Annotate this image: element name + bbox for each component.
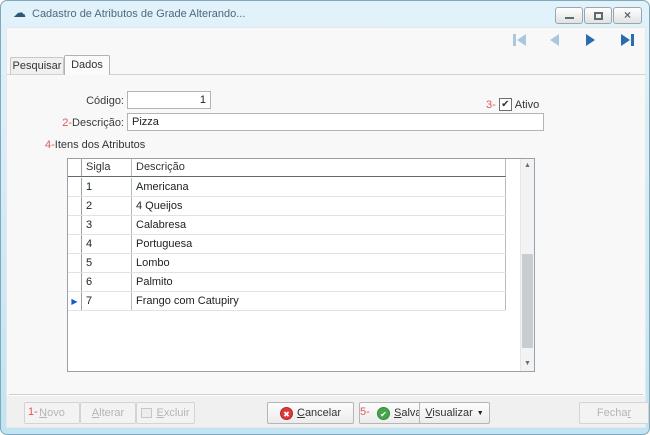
cell-descricao[interactable]: Americana [132, 178, 506, 196]
cell-descricao[interactable]: 4 Queijos [132, 197, 506, 215]
cell-sigla[interactable]: 3 [82, 216, 132, 234]
last-record-icon-bar [631, 34, 634, 46]
minimize-icon [565, 17, 574, 19]
items-caption-text: Itens dos Atributos [55, 139, 146, 151]
row-indicator-cell [68, 235, 82, 253]
table-row[interactable]: 2 4 Queijos [68, 197, 506, 216]
cell-descricao[interactable]: Calabresa [132, 216, 506, 234]
cell-sigla[interactable]: 7 [82, 292, 132, 310]
table-row[interactable]: 5 Lombo [68, 254, 506, 273]
ativo-label: Ativo [515, 99, 539, 111]
selected-row-pointer-icon: ▶ [71, 297, 77, 306]
previous-record-button[interactable] [550, 34, 559, 46]
excluir-button[interactable]: Excluir [136, 402, 195, 424]
cell-sigla[interactable]: 5 [82, 254, 132, 272]
cell-descricao[interactable]: Frango com Catupiry [132, 292, 506, 310]
row-indicator-cell [68, 197, 82, 215]
grid-indicator-column-header [68, 159, 82, 176]
ativo-field: 3- ✔ Ativo [486, 98, 539, 111]
novo-number: 1- [28, 406, 38, 418]
last-record-icon [621, 34, 630, 46]
items-number: 4- [45, 139, 55, 151]
maximize-button[interactable] [584, 7, 612, 24]
table-row[interactable]: 3 Calabresa [68, 216, 506, 235]
cancelar-button[interactable]: ✖Cancelar [267, 402, 354, 424]
scroll-up-icon[interactable]: ▲ [521, 159, 534, 173]
cell-sigla[interactable]: 1 [82, 178, 132, 196]
first-record-icon-arrow [517, 34, 526, 46]
cancel-icon: ✖ [280, 407, 293, 420]
descricao-input[interactable] [127, 113, 544, 131]
scrollbar-thumb[interactable] [522, 254, 533, 348]
tab-dados[interactable]: Dados [64, 55, 110, 75]
save-icon: ✔ [377, 407, 390, 420]
descricao-label: 2-Descrição: [21, 117, 124, 129]
descricao-number: 2- [62, 117, 72, 129]
close-button[interactable]: × [613, 7, 642, 24]
check-icon: ✔ [501, 99, 509, 110]
attributes-grid: Sigla Descrição 1 Americana 2 4 Queijos … [67, 158, 535, 372]
minimize-button[interactable] [555, 7, 583, 24]
client-area: Pesquisar Dados Código: 2-Descrição: 3- … [6, 27, 646, 428]
chevron-down-icon: ▼ [477, 410, 484, 417]
grid-column-sigla[interactable]: Sigla [82, 159, 132, 176]
row-indicator-cell: ▶ [68, 292, 82, 310]
first-record-icon [513, 34, 516, 46]
ativo-number: 3- [486, 99, 496, 111]
table-row[interactable]: 6 Palmito [68, 273, 506, 292]
descricao-label-text: Descrição: [72, 117, 124, 129]
scroll-down-icon[interactable]: ▼ [521, 357, 534, 371]
cell-sigla[interactable]: 4 [82, 235, 132, 253]
salvar-number: 5- [360, 406, 370, 418]
button-panel: 1- Novo Alterar Excluir ✖Cancelar 5- ✔Sa… [7, 396, 645, 427]
fechar-button[interactable]: Fechar [579, 402, 649, 424]
table-row[interactable]: 4 Portuguesa [68, 235, 506, 254]
row-indicator-cell [68, 273, 82, 291]
row-indicator-cell [68, 178, 82, 196]
cell-sigla[interactable]: 6 [82, 273, 132, 291]
codigo-input[interactable] [127, 91, 211, 109]
row-indicator-cell [68, 254, 82, 272]
window-title: Cadastro de Atributos de Grade Alterando… [32, 8, 245, 20]
tab-pesquisar[interactable]: Pesquisar [10, 57, 64, 75]
row-indicator-cell [68, 216, 82, 234]
next-record-icon [586, 34, 595, 46]
cell-descricao[interactable]: Lombo [132, 254, 506, 272]
table-row[interactable]: 1 Americana [68, 178, 506, 197]
items-caption: 4-Itens dos Atributos [45, 139, 145, 151]
cloud-icon: ☁ [13, 5, 26, 21]
table-row-selected[interactable]: ▶ 7 Frango com Catupiry [68, 292, 506, 311]
ativo-checkbox[interactable]: ✔ [499, 98, 512, 111]
next-record-button[interactable] [586, 34, 595, 46]
grid-header: Sigla Descrição [68, 159, 506, 177]
app-window: ☁ Cadastro de Atributos de Grade Alteran… [0, 0, 650, 435]
title-bar[interactable]: ☁ Cadastro de Atributos de Grade Alteran… [1, 1, 649, 27]
cell-descricao[interactable]: Portuguesa [132, 235, 506, 253]
visualizar-button[interactable]: Visualizar▼ [419, 402, 490, 424]
grid-rows: 1 Americana 2 4 Queijos 3 Calabresa 4 Po… [68, 178, 506, 311]
grid-vertical-scrollbar[interactable]: ▲ ▼ [520, 159, 534, 371]
alterar-button[interactable]: Alterar [80, 402, 136, 424]
last-record-button[interactable] [621, 34, 634, 46]
excluir-icon [141, 408, 152, 418]
maximize-icon [594, 12, 603, 20]
cell-descricao[interactable]: Palmito [132, 273, 506, 291]
previous-record-icon [550, 34, 559, 46]
first-record-button[interactable] [513, 34, 526, 46]
grid-column-descricao[interactable]: Descrição [132, 159, 506, 176]
cell-sigla[interactable]: 2 [82, 197, 132, 215]
codigo-label: Código: [27, 95, 124, 107]
